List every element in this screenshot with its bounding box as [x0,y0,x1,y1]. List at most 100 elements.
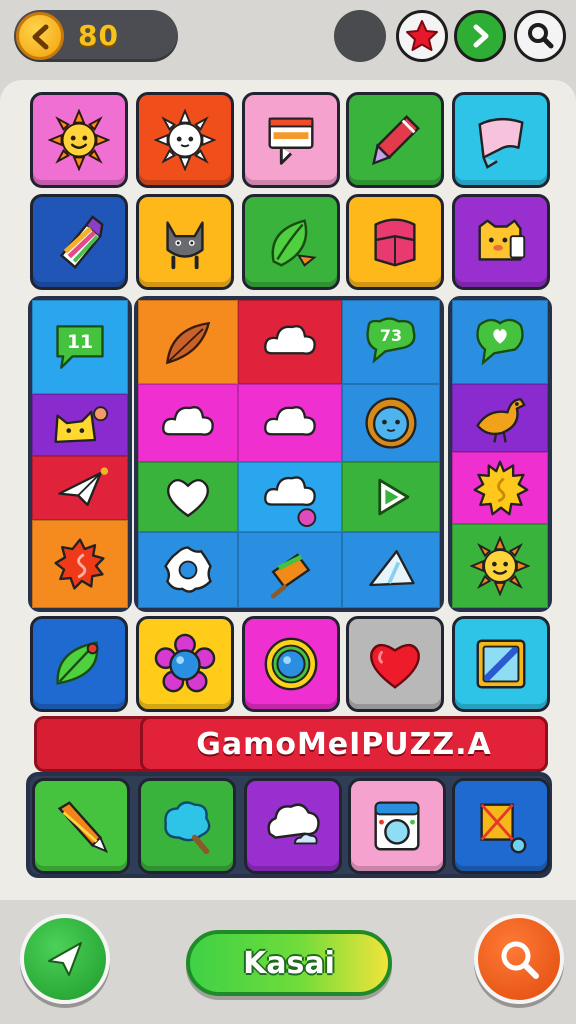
sun-icon [473,460,529,516]
cell-cloud-c[interactable] [238,384,342,462]
cloud-icon [264,476,317,527]
back-button[interactable] [16,12,64,60]
tile-cloud-e[interactable] [244,778,342,874]
sun-face-icon [470,536,530,596]
swirl-sun-icon [54,538,105,590]
bear-icon [478,219,526,261]
cat-icon [166,221,204,270]
flower-icon [164,546,212,593]
cell-cloud-d[interactable] [238,462,342,532]
tile-tree[interactable] [138,778,236,874]
chat-bubble-icon: 11 [56,325,104,369]
tile-leaf[interactable] [242,194,340,290]
cell-play[interactable] [342,462,440,532]
cell-sun-face-b[interactable] [452,524,548,608]
cell-chat[interactable]: 11 [32,300,128,394]
pencil-icon [57,801,109,854]
lion-icon [365,397,417,449]
send-button[interactable] [20,914,110,1004]
pencil-icon [372,115,420,166]
sun-face-icon [154,109,216,171]
heart-bubble-icon [476,318,524,366]
cell-paper-plane[interactable] [32,456,128,520]
play-icon [378,478,410,516]
tile-cat[interactable] [136,194,234,290]
flower-icon [154,633,216,693]
coin-counter: 80 [14,10,178,62]
tile-leaf-b[interactable] [30,616,128,712]
tile-pencil-b[interactable] [32,778,130,874]
cell-heart-bubble[interactable] [452,300,548,384]
cloud-icon [264,325,316,355]
next-arrow-icon [473,24,489,48]
tile-pencil[interactable] [346,92,444,188]
tile-sun[interactable] [30,92,128,188]
star-icon [406,20,438,51]
cloud-icon [264,406,316,436]
cell-chat-b[interactable]: 73 [342,300,440,384]
cell-feather[interactable] [138,300,238,384]
tile-sun-face[interactable] [136,92,234,188]
shard-icon [369,550,415,587]
tile-ruler[interactable] [452,616,550,712]
favorites-button[interactable] [396,10,448,62]
leaf-icon [56,641,99,685]
tile-heart[interactable] [346,616,444,712]
ring-icon [264,637,318,691]
cell-popsicle[interactable] [238,532,342,608]
cell-swirl-sun[interactable] [32,520,128,608]
paper-plane-icon [58,467,109,507]
cell-flower[interactable] [138,532,238,608]
ruler-icon [476,639,526,689]
cell-sun-b[interactable] [452,452,548,524]
chat-count: 11 [67,332,93,353]
cell-cloud-a[interactable] [238,300,342,384]
chat-count: 73 [380,326,402,345]
popsicle-icon [270,553,311,599]
play-button[interactable]: Kasai [186,930,392,996]
heart-outline-icon [167,478,209,518]
search-icon [528,23,554,49]
cell-bird[interactable] [452,384,548,452]
zoom-icon [501,941,539,979]
tile-flower-b[interactable] [136,616,234,712]
sun-icon [48,109,110,171]
zoom-button[interactable] [474,914,564,1004]
profile-button[interactable] [334,10,386,62]
tile-ring[interactable] [242,616,340,712]
tile-note[interactable] [242,92,340,188]
tile-candy[interactable] [30,194,128,290]
tile-washer[interactable] [348,778,446,874]
coin-count: 80 [78,19,119,52]
tile-book[interactable] [346,194,444,290]
washer-icon [374,801,420,851]
cell-shard[interactable] [342,532,440,608]
top-bar: 80 [0,0,576,80]
feather-icon [166,321,211,365]
tile-kite[interactable] [452,778,550,874]
tile-bear[interactable] [452,194,550,290]
search-button[interactable] [514,10,566,62]
leaf-icon [271,219,317,267]
tree-icon [164,801,211,855]
heart-icon [370,643,420,689]
back-arrow-icon [32,24,49,50]
tile-cloth[interactable] [452,92,550,188]
send-icon [48,942,82,976]
candy-icon [59,215,104,269]
yellow-cat-icon [54,406,109,444]
book-icon [374,218,416,267]
game-title: GamoMeIPUZZ.A [196,726,492,762]
cell-lion[interactable] [342,384,440,462]
cell-heart-outline[interactable] [138,462,238,532]
bird-icon [476,398,526,443]
kite-icon [480,803,527,854]
next-button[interactable] [454,10,506,62]
note-icon [268,117,314,165]
cell-yellow-cat[interactable] [32,394,128,456]
cell-cloud-b[interactable] [138,384,238,462]
cloth-icon [478,117,524,169]
play-button-label: Kasai [243,945,335,981]
title-banner: GamoMeIPUZZ.A [140,716,548,772]
cloud-icon [162,406,214,436]
